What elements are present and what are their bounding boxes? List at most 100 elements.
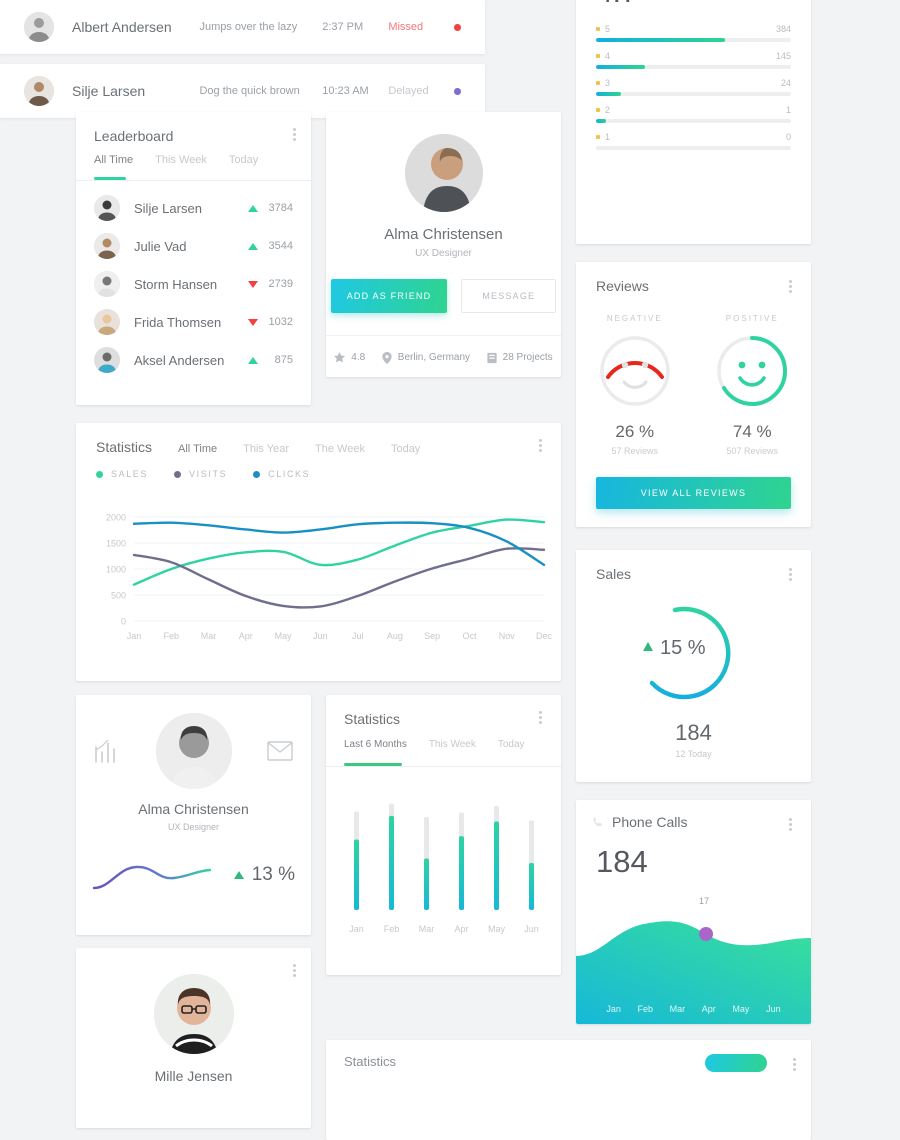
more-options-icon[interactable] [293,126,297,143]
activity-row[interactable]: Albert Andersen Jumps over the lazy 2:37… [0,0,485,54]
list-item[interactable]: Frida Thomsen 1032 [76,303,311,341]
svg-text:Oct: Oct [462,631,477,641]
phone-icon [593,817,602,827]
trend-up-icon [248,242,258,250]
tab-today[interactable]: Today [498,739,525,766]
month-label: Apr [701,1004,716,1014]
statistics-tabs: Last 6 Months This Week Today [326,727,561,766]
tab-this-week[interactable]: This Week [429,739,476,766]
svg-text:Jun: Jun [524,924,539,934]
statistics-title: Statistics [96,439,153,455]
positive-label: POSITIVE [725,314,779,323]
list-item[interactable]: Silje Larsen 3784 [76,189,311,227]
envelope-icon[interactable] [267,741,293,761]
month-label: Jan [606,1004,621,1014]
negative-count: 57 Reviews [611,446,659,456]
avatar [24,12,54,42]
location-pin-icon [382,351,392,364]
list-item[interactable]: Storm Hansen 2739 [76,265,311,303]
trend-down-icon [248,280,258,288]
avatar [404,134,483,212]
profile-role: UX Designer [415,248,472,259]
positive-percent: 74 % [732,422,772,441]
legend-visits: VISITS [174,469,227,479]
bullet-icon [596,54,600,58]
message-button[interactable]: MESSAGE [461,279,557,313]
profile-percent: 13 % [233,864,295,886]
phone-calls-card: Phone Calls 184 17 Jan Feb Mar Apr May J… [576,800,811,1024]
phone-calls-total: 184 [596,844,648,879]
chart-icon[interactable] [94,738,120,764]
more-options-icon[interactable] [539,437,543,454]
month-labels: Jan Feb Mar Apr May Jun [576,1004,811,1014]
avatar [94,233,120,259]
svg-text:Nov: Nov [499,631,516,641]
list-item[interactable]: Aksel Andersen 875 [76,341,311,379]
bullet-icon [596,135,600,139]
trend-down-icon [248,318,258,326]
activity-status: Missed [388,21,424,33]
profile-small-card: Alma Christensen UX Designer 13 % [76,695,311,935]
reviews-negative: NEGATIVE 26 % 57 Reviews [576,314,694,456]
tab-this-year[interactable]: This Year [243,443,289,455]
data-point-label: 17 [699,896,710,906]
tab-last-6-months[interactable]: Last 6 Months [344,739,407,766]
svg-text:May: May [275,631,293,641]
activity-row[interactable]: Silje Larsen Dog the quick brown 10:23 A… [0,64,485,118]
statistics-bar-card: Statistics Last 6 Months This Week Today… [326,695,561,975]
status-dot-icon [454,87,462,95]
phone-calls-title: Phone Calls [612,814,688,830]
leaderboard-tabs: All Time This Week Today [76,144,311,180]
svg-text:1000: 1000 [106,565,126,575]
more-options-icon[interactable] [789,278,793,295]
avatar [94,195,120,221]
month-label: Mar [669,1004,686,1014]
rating-row: 10 [596,132,791,150]
leaderboard-card: Leaderboard All Time This Week Today Sil… [76,112,311,405]
list-item-label: Julie Vad [134,238,187,254]
more-options-icon[interactable] [789,566,793,583]
bar-chart: Jan Feb Mar Apr May Jun [349,803,539,934]
more-options-icon[interactable] [789,816,793,833]
sad-face-icon [600,336,670,406]
tab-the-week[interactable]: The Week [315,443,365,455]
svg-text:Apr: Apr [454,924,468,934]
list-item-label: Aksel Andersen [134,352,225,368]
statistics-title: Statistics [344,711,401,727]
trend-up-icon [233,871,244,879]
statistics-line-card: Statistics All Time This Year The Week T… [76,423,561,681]
tab-today[interactable]: Today [229,154,258,180]
line-chart: 0 500 1000 1500 2000 Jan Feb Mar Apr May Jun Jul Aug… [106,513,553,642]
person-card: Mille Jensen [76,948,311,1128]
avatar [94,309,120,335]
avatar [24,76,54,106]
profile-name: Alma Christensen [138,801,249,817]
activity-list: Albert Andersen Jumps over the lazy 2:37… [0,0,485,118]
divider [326,766,561,767]
bullet-icon [596,108,600,112]
svg-text:Jan: Jan [127,631,142,641]
sales-total: 184 [675,720,712,745]
tab-today[interactable]: Today [391,443,420,455]
action-pill-button[interactable] [705,1054,767,1072]
rating-row: 3 24 [596,78,791,96]
rating-score: 4.7 [596,0,638,10]
add-as-friend-button[interactable]: ADD AS FRIEND [330,279,448,313]
svg-text:Mar: Mar [201,631,217,641]
tab-this-week[interactable]: This Week [155,154,207,180]
svg-text:May: May [488,924,506,934]
more-options-icon[interactable] [293,962,297,979]
leaderboard-title: Leaderboard [94,128,174,144]
sparkline-chart [92,865,212,890]
star-icon: ★ [646,0,658,1]
more-options-icon[interactable] [539,709,543,726]
profile-rating: 4.8 [334,352,365,363]
person-name: Mille Jensen [154,1068,233,1084]
tab-all-time[interactable]: All Time [178,443,217,455]
sales-title: Sales [596,566,632,582]
svg-text:Mar: Mar [419,924,435,934]
list-item[interactable]: Julie Vad 3544 [76,227,311,265]
rating-row: 5 384 [596,24,791,42]
bullet-icon [596,27,600,31]
view-all-reviews-button[interactable]: VIEW ALL REVIEWS [596,477,791,509]
